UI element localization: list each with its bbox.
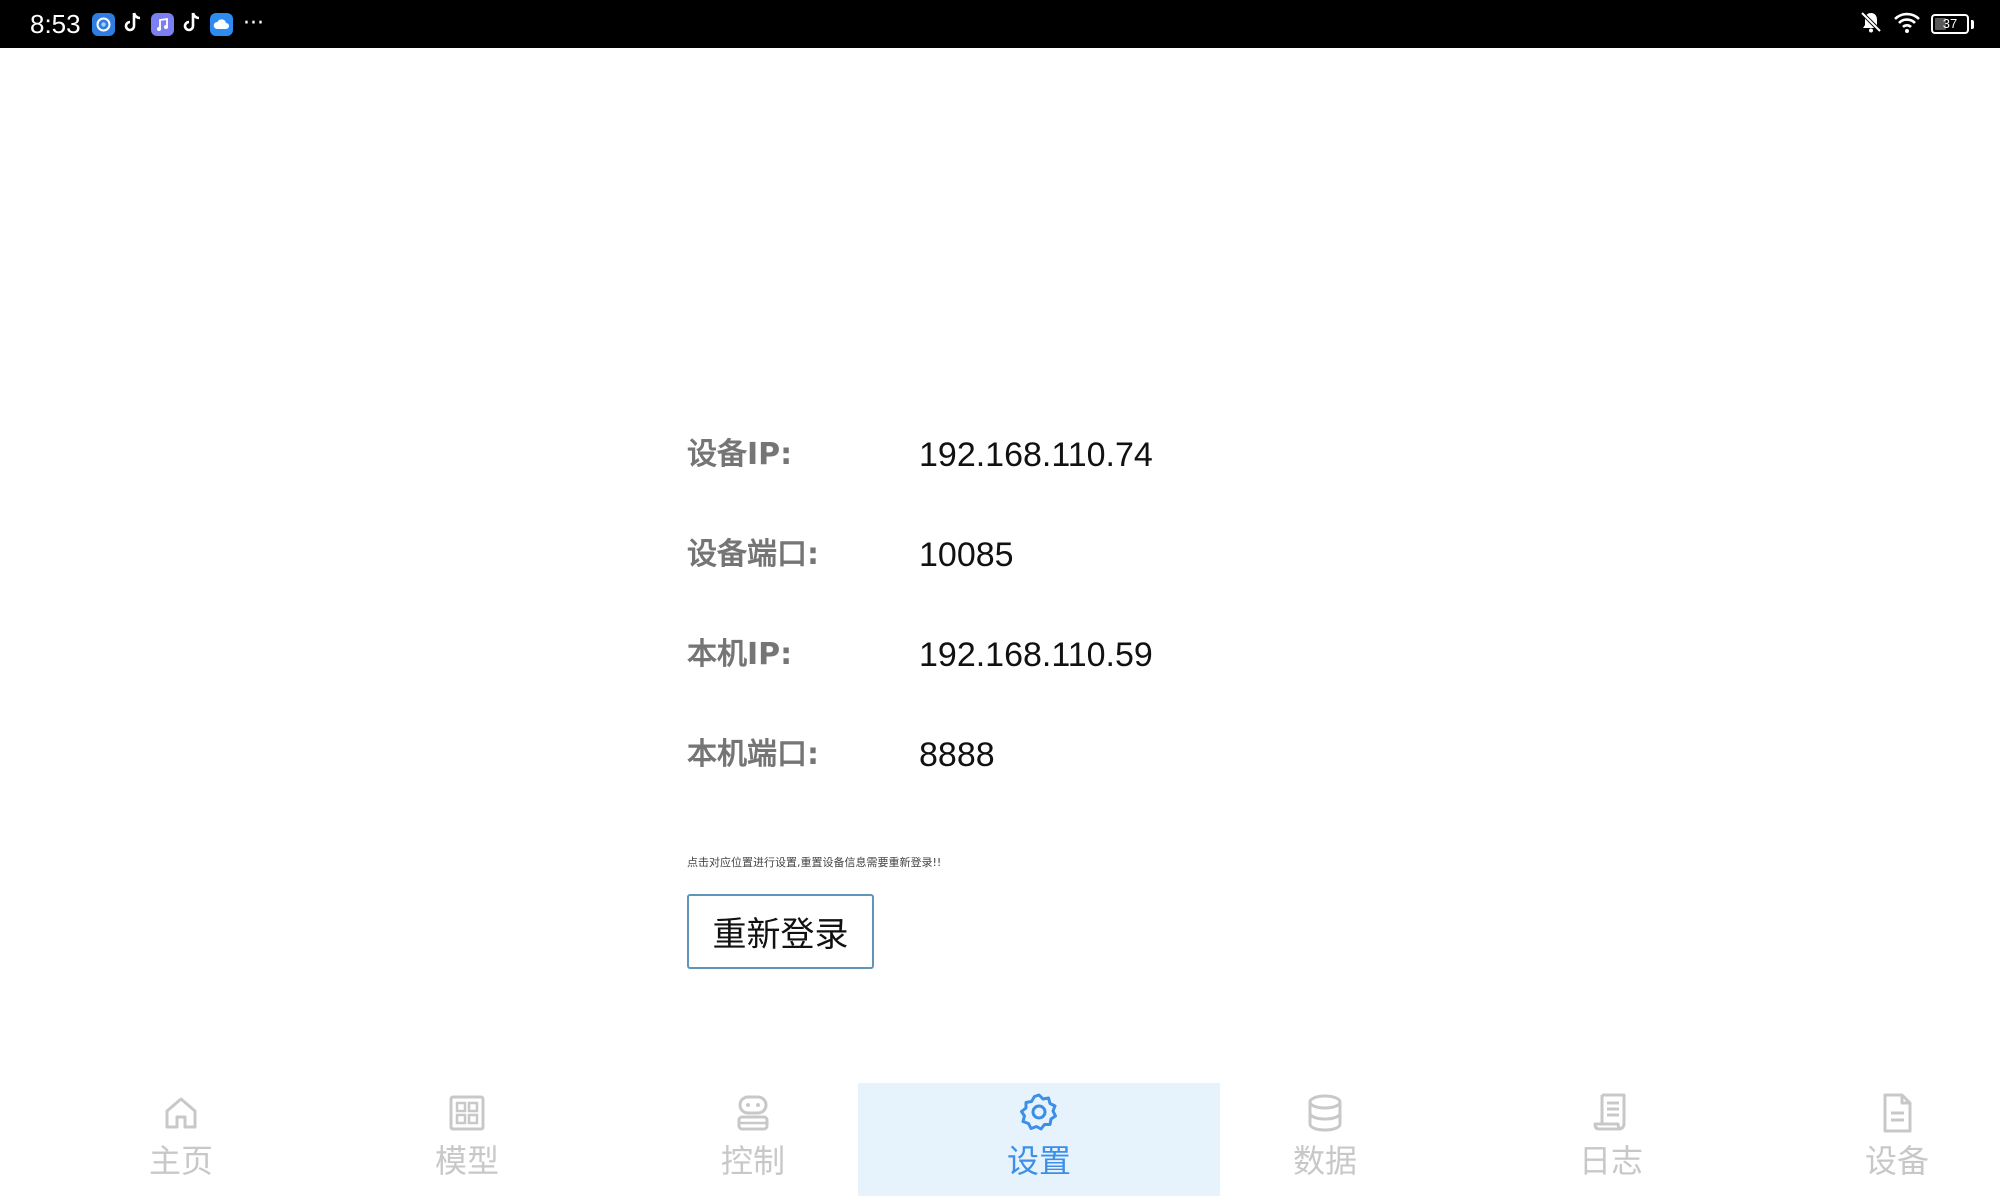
nav-label-control: 控制 xyxy=(720,1142,785,1180)
app-icon xyxy=(92,12,115,36)
status-time: 8:53 xyxy=(30,9,81,39)
scroll-icon xyxy=(1593,1093,1626,1131)
device-ip-label: 设备IP: xyxy=(687,437,793,472)
device-port-label: 设备端口: xyxy=(687,537,819,572)
local-ip-label: 本机IP: xyxy=(687,637,793,672)
nav-label-model: 模型 xyxy=(434,1142,499,1180)
device-ip-value[interactable]: 192.168.110.74 xyxy=(919,430,1319,480)
nav-item-device[interactable]: 设备 xyxy=(1716,1083,2000,1196)
grid-icon xyxy=(449,1095,485,1131)
gear-icon xyxy=(1020,1093,1057,1131)
robot-icon xyxy=(737,1095,769,1131)
music-icon xyxy=(151,12,174,36)
settings-hint: 点击对应位置进行设置,重置设备信息需要重新登录!! xyxy=(687,856,942,869)
relogin-button[interactable]: 重新登录 xyxy=(687,894,874,969)
tiktok-icon xyxy=(123,11,143,38)
more-notifications-indicator: ··· xyxy=(243,11,264,36)
device-port-value[interactable]: 10085 xyxy=(919,530,1319,580)
wifi-icon xyxy=(1893,10,1921,38)
home-icon xyxy=(165,1097,197,1129)
nav-label-home: 主页 xyxy=(148,1142,213,1180)
cloud-icon xyxy=(210,12,233,36)
bottom-nav: 主页 模型 控制 设置 数据 日志 设备 xyxy=(0,1083,2000,1196)
battery-tip xyxy=(1971,19,1974,29)
status-bar: 8:53 ··· 37 xyxy=(0,0,2000,48)
notification-icons: ··· xyxy=(92,11,264,37)
local-port-label: 本机端口: xyxy=(687,737,819,772)
bell-off-icon xyxy=(1859,10,1883,38)
battery-level: 37 xyxy=(1942,16,1958,31)
nav-label-device: 设备 xyxy=(1864,1142,1929,1180)
nav-label-log: 日志 xyxy=(1578,1142,1643,1180)
battery-icon: 37 xyxy=(1931,14,1969,34)
database-icon xyxy=(1308,1094,1342,1132)
system-status-icons: 37 xyxy=(1859,10,1974,38)
nav-label-data: 数据 xyxy=(1292,1142,1357,1180)
nav-label-settings: 设置 xyxy=(1006,1142,1071,1180)
document-icon xyxy=(1883,1093,1912,1133)
local-ip-value[interactable]: 192.168.110.59 xyxy=(919,630,1319,680)
local-port-value[interactable]: 8888 xyxy=(919,730,1319,780)
tiktok-icon xyxy=(182,11,202,38)
